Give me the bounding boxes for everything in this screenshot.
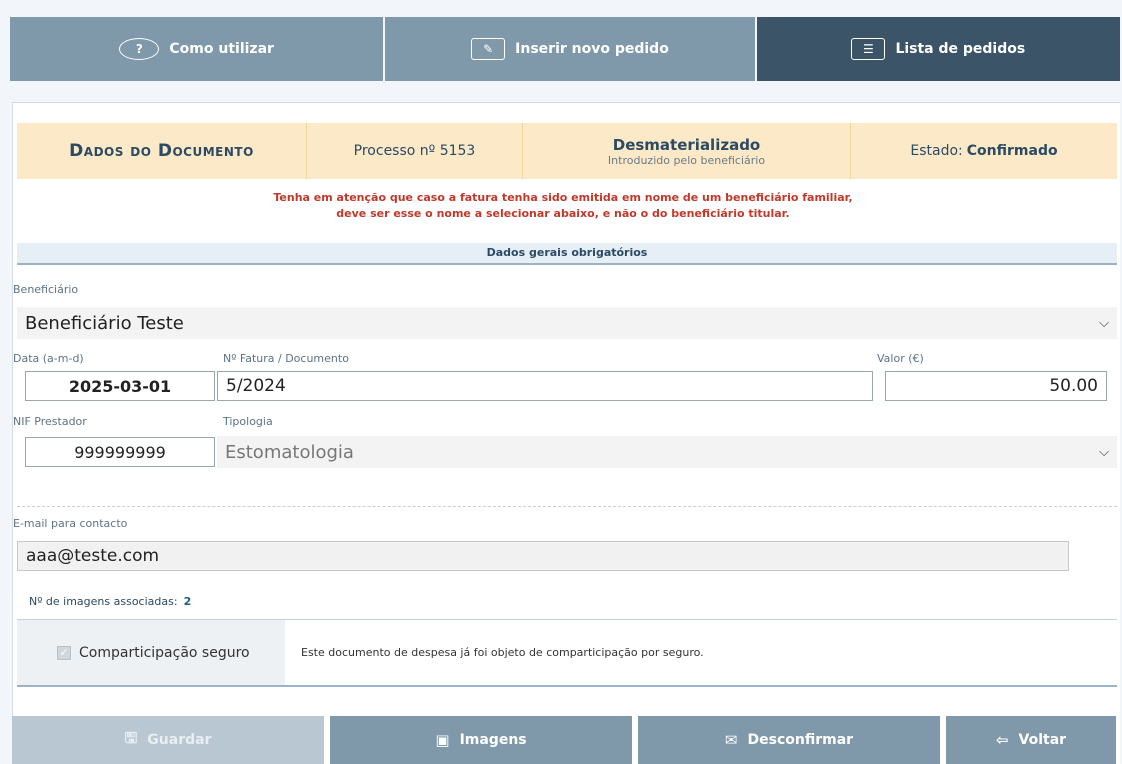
mail-icon: ✉ <box>724 731 738 749</box>
question-icon: ? <box>119 38 160 60</box>
save-icon: 🖫 <box>124 728 138 747</box>
insurance-section: ✓ Comparticipação seguro Este documento … <box>17 619 1117 687</box>
insurance-checkbox-wrap[interactable]: ✓ Comparticipação seguro <box>17 620 285 685</box>
back-arrow-icon: ⇦ <box>995 731 1009 749</box>
insurance-checkbox-label: Comparticipação seguro <box>79 644 250 661</box>
email-field[interactable]: aaa@teste.com <box>17 541 1069 571</box>
document-panel: Dados do Documento Processo nº 5153 Desm… <box>12 102 1120 764</box>
dematerialized-subtitle: Introduzido pelo beneficiário <box>607 153 766 167</box>
fatura-label: Nº Fatura / Documento <box>223 352 349 365</box>
value-field[interactable]: 50.00 <box>885 371 1107 401</box>
email-label: E-mail para contacto <box>13 517 128 530</box>
tipologia-label: Tipologia <box>223 415 273 428</box>
list-icon: ☰ <box>851 38 886 60</box>
nif-field[interactable]: 999999999 <box>25 437 215 467</box>
valor-label: Valor (€) <box>877 352 924 365</box>
save-button[interactable]: 🖫 Guardar <box>12 716 324 764</box>
warning-line: Tenha em atenção que caso a fatura tenha… <box>273 191 853 204</box>
document-header: Dados do Documento Processo nº 5153 Desm… <box>17 123 1117 179</box>
status-label: Estado: <box>910 143 963 159</box>
image-count-label: Nº de imagens associadas: <box>29 595 178 608</box>
image-count: Nº de imagens associadas: 2 <box>29 595 191 608</box>
tab-label: Lista de pedidos <box>895 41 1026 57</box>
images-label: Imagens <box>459 732 527 748</box>
tab-inserir-novo-pedido[interactable]: ✎ Inserir novo pedido <box>385 17 755 81</box>
tab-label: Como utilizar <box>169 41 274 57</box>
invoice-number-field[interactable]: 5/2024 <box>217 371 873 401</box>
tipologia-select[interactable]: Estomatologia ⌵ <box>217 436 1117 468</box>
images-button[interactable]: ▣ Imagens <box>330 716 632 764</box>
beneficiario-label: Beneficiário <box>13 283 79 296</box>
unconfirm-button[interactable]: ✉ Desconfirmar <box>638 716 940 764</box>
tipologia-value: Estomatologia <box>225 441 354 463</box>
status-badge: Confirmado <box>966 143 1058 159</box>
chevron-down-icon: ⌵ <box>1099 444 1109 460</box>
edit-icon: ✎ <box>471 38 506 60</box>
unconfirm-label: Desconfirmar <box>747 732 854 748</box>
dematerialized-title: Desmaterializado <box>612 135 761 154</box>
nif-label: NIF Prestador <box>13 415 87 428</box>
top-tabs: ? Como utilizar ✎ Inserir novo pedido ☰ … <box>10 17 1120 81</box>
date-field[interactable]: 2025-03-01 <box>25 371 215 401</box>
image-count-value: 2 <box>183 595 192 608</box>
dematerialized-info: Desmaterializado Introduzido pelo benefi… <box>523 123 851 179</box>
tab-lista-de-pedidos[interactable]: ☰ Lista de pedidos <box>756 17 1120 81</box>
warning-message: Tenha em atenção que caso a fatura tenha… <box>13 190 1113 222</box>
status: Estado: Confirmado <box>851 123 1117 179</box>
back-label: Voltar <box>1018 732 1067 748</box>
beneficiario-value: Beneficiário Teste <box>25 312 184 334</box>
warning-line: deve ser esse o nome a selecionar abaixo… <box>336 207 790 220</box>
beneficiario-select[interactable]: Beneficiário Teste ⌵ <box>17 307 1117 339</box>
divider <box>17 506 1117 507</box>
data-label: Data (a-m-d) <box>13 352 84 365</box>
insurance-note: Este documento de despesa já foi objeto … <box>301 646 704 659</box>
chevron-down-icon: ⌵ <box>1099 315 1109 331</box>
process-number: Processo nº 5153 <box>307 123 523 179</box>
image-icon: ▣ <box>435 731 450 749</box>
save-label: Guardar <box>147 732 212 748</box>
back-button[interactable]: ⇦ Voltar <box>946 716 1116 764</box>
tab-como-utilizar[interactable]: ? Como utilizar <box>10 17 384 81</box>
section-title: Dados gerais obrigatórios <box>17 243 1117 265</box>
tab-label: Inserir novo pedido <box>515 41 669 57</box>
checkbox-checked-icon[interactable]: ✓ <box>57 645 71 660</box>
action-bar: 🖫 Guardar ▣ Imagens ✉ Desconfirmar ⇦ Vol… <box>12 716 1120 764</box>
page-title: Dados do Documento <box>17 123 307 179</box>
